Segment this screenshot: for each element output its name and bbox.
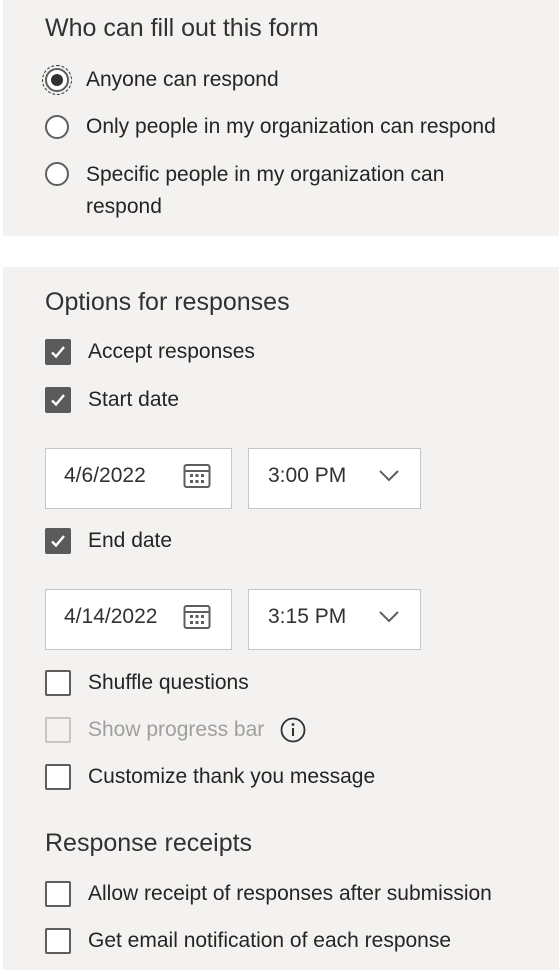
end-date-picker[interactable]: 4/14/2022 bbox=[45, 589, 232, 650]
radio-anyone-label: Anyone can respond bbox=[86, 68, 279, 91]
radio-organization-label: Only people in my organization can respo… bbox=[86, 115, 496, 138]
radio-organization-button[interactable] bbox=[45, 115, 69, 139]
who-can-fill-panel: Who can fill out this form Anyone can re… bbox=[3, 0, 559, 236]
start-date-value: 4/6/2022 bbox=[64, 464, 146, 487]
email-notification-option[interactable]: Get email notification of each response bbox=[45, 926, 451, 956]
customize-thank-you-option[interactable]: Customize thank you message bbox=[45, 762, 375, 792]
end-date-option[interactable]: End date bbox=[45, 526, 172, 556]
start-date-option[interactable]: Start date bbox=[45, 385, 179, 415]
calendar-icon[interactable] bbox=[183, 463, 211, 489]
end-date-value: 4/14/2022 bbox=[64, 605, 158, 628]
start-time-dropdown[interactable]: 3:00 PM bbox=[248, 448, 421, 509]
accept-responses-option[interactable]: Accept responses bbox=[45, 337, 255, 367]
response-receipts-heading: Response receipts bbox=[45, 829, 253, 857]
checkmark-icon bbox=[51, 535, 65, 548]
radio-specific-people-label: Specific people in my organization can r… bbox=[86, 163, 445, 218]
info-icon[interactable] bbox=[280, 717, 306, 743]
start-time-value: 3:00 PM bbox=[268, 464, 347, 487]
email-notification-checkbox[interactable] bbox=[45, 928, 71, 954]
radio-specific-people-button[interactable] bbox=[45, 162, 69, 186]
chevron-down-icon bbox=[379, 611, 399, 623]
radio-anyone[interactable]: Anyone can respond bbox=[42, 65, 279, 95]
email-notification-label: Get email notification of each response bbox=[88, 929, 452, 952]
allow-receipt-checkbox[interactable] bbox=[45, 881, 71, 907]
show-progress-bar-label: Show progress bar bbox=[88, 718, 265, 741]
calendar-icon[interactable] bbox=[183, 604, 211, 630]
customize-thank-you-checkbox[interactable] bbox=[45, 764, 71, 790]
response-options-panel: Options for responses Accept responses S… bbox=[3, 267, 559, 970]
checkmark-icon bbox=[51, 346, 65, 359]
show-progress-bar-option: Show progress bar bbox=[45, 715, 306, 745]
start-date-label: Start date bbox=[88, 388, 180, 411]
start-date-picker[interactable]: 4/6/2022 bbox=[45, 448, 232, 509]
shuffle-questions-label: Shuffle questions bbox=[88, 671, 249, 694]
shuffle-questions-option[interactable]: Shuffle questions bbox=[45, 668, 249, 698]
options-for-responses-heading: Options for responses bbox=[45, 288, 290, 316]
accept-responses-label: Accept responses bbox=[88, 340, 255, 363]
end-date-checkbox[interactable] bbox=[45, 528, 71, 554]
radio-organization[interactable]: Only people in my organization can respo… bbox=[45, 112, 496, 142]
checkmark-icon bbox=[51, 394, 65, 407]
start-date-checkbox[interactable] bbox=[45, 387, 71, 413]
show-progress-bar-checkbox bbox=[45, 717, 71, 743]
who-can-fill-heading: Who can fill out this form bbox=[45, 14, 319, 42]
radio-specific-people[interactable]: Specific people in my organization can r… bbox=[45, 159, 476, 223]
allow-receipt-label: Allow receipt of responses after submiss… bbox=[88, 882, 492, 905]
accept-responses-checkbox[interactable] bbox=[45, 339, 71, 365]
end-time-dropdown[interactable]: 3:15 PM bbox=[248, 589, 421, 650]
radio-anyone-button[interactable] bbox=[42, 65, 72, 95]
customize-thank-you-label: Customize thank you message bbox=[88, 765, 376, 788]
end-date-label: End date bbox=[88, 529, 173, 552]
shuffle-questions-checkbox[interactable] bbox=[45, 670, 71, 696]
allow-receipt-option[interactable]: Allow receipt of responses after submiss… bbox=[45, 879, 492, 909]
chevron-down-icon bbox=[379, 470, 399, 482]
end-time-value: 3:15 PM bbox=[268, 605, 347, 628]
